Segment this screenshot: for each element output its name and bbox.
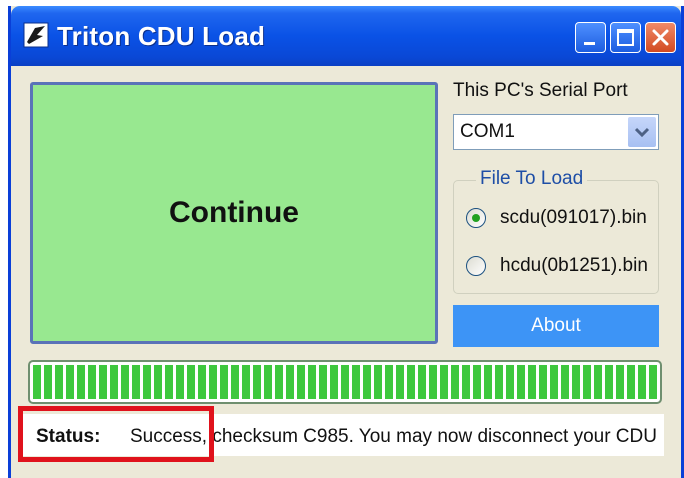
serial-port-label: This PC's Serial Port <box>453 80 628 101</box>
about-button[interactable]: About <box>453 305 659 347</box>
minimize-icon <box>584 42 595 45</box>
radio-button[interactable] <box>466 256 486 276</box>
highlight-annotation <box>18 406 214 462</box>
maximize-button[interactable] <box>610 22 641 53</box>
app-icon <box>23 22 49 48</box>
window-title: Triton CDU Load <box>57 21 266 51</box>
minimize-button[interactable] <box>575 22 606 53</box>
radio-button[interactable] <box>466 208 486 228</box>
maximize-icon <box>617 29 634 46</box>
radio-label: hcdu(0b1251).bin <box>500 255 648 276</box>
radio-label: scdu(091017).bin <box>500 207 647 228</box>
file-to-load-legend: File To Load <box>476 168 588 190</box>
serial-port-value: COM1 <box>460 121 515 142</box>
dropdown-button[interactable] <box>628 117 656 147</box>
continue-label: Continue <box>169 196 299 229</box>
progress-fill <box>33 365 657 399</box>
continue-button[interactable]: Continue <box>30 82 438 344</box>
title-bar[interactable]: Triton CDU Load <box>11 6 681 66</box>
close-icon <box>652 29 669 46</box>
progress-bar <box>28 360 662 404</box>
radio-selected-dot <box>472 214 480 222</box>
about-label: About <box>531 315 581 336</box>
close-button[interactable] <box>645 22 676 53</box>
chevron-down-icon <box>634 127 650 138</box>
serial-port-select[interactable]: COM1 <box>453 114 659 150</box>
